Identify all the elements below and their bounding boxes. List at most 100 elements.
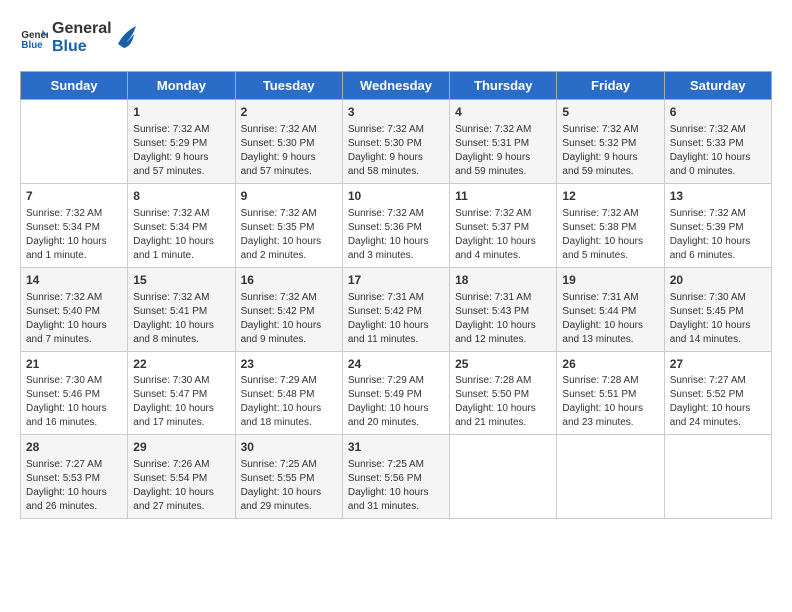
calendar-cell: 2 Sunrise: 7:32 AMSunset: 5:30 PMDaylight… xyxy=(235,100,342,184)
calendar-cell: 30 Sunrise: 7:25 AMSunset: 5:55 PMDayligh… xyxy=(235,435,342,519)
day-number: 6 xyxy=(670,104,766,121)
day-info: Sunrise: 7:32 AMSunset: 5:30 PMDaylight:… xyxy=(348,123,444,179)
logo-general: General xyxy=(52,20,112,38)
calendar-cell: 1 Sunrise: 7:32 AMSunset: 5:29 PMDaylight… xyxy=(128,100,235,184)
day-info: Sunrise: 7:30 AMSunset: 5:47 PMDaylight:… xyxy=(133,374,229,430)
day-number: 7 xyxy=(26,188,122,205)
day-number: 30 xyxy=(241,439,337,456)
day-number: 23 xyxy=(241,356,337,373)
calendar-week-row: 7 Sunrise: 7:32 AMSunset: 5:34 PMDaylight… xyxy=(21,183,772,267)
calendar-cell: 4 Sunrise: 7:32 AMSunset: 5:31 PMDaylight… xyxy=(450,100,557,184)
day-number: 20 xyxy=(670,272,766,289)
logo-icon: General Blue xyxy=(20,24,48,52)
calendar-cell: 21Sunrise: 7:30 AMSunset: 5:46 PMDayligh… xyxy=(21,351,128,435)
day-number: 11 xyxy=(455,188,551,205)
day-number: 17 xyxy=(348,272,444,289)
day-info: Sunrise: 7:31 AMSunset: 5:43 PMDaylight:… xyxy=(455,291,551,347)
day-info: Sunrise: 7:31 AMSunset: 5:42 PMDaylight:… xyxy=(348,291,444,347)
day-number: 13 xyxy=(670,188,766,205)
logo: General Blue General Blue xyxy=(20,20,138,55)
day-info: Sunrise: 7:26 AMSunset: 5:54 PMDaylight:… xyxy=(133,458,229,514)
day-info: Sunrise: 7:32 AMSunset: 5:34 PMDaylight:… xyxy=(26,207,122,263)
day-number: 4 xyxy=(455,104,551,121)
calendar-cell: 12 Sunrise: 7:32 AMSunset: 5:38 PMDayligh… xyxy=(557,183,664,267)
calendar-cell: 15 Sunrise: 7:32 AMSunset: 5:41 PMDayligh… xyxy=(128,267,235,351)
day-number: 27 xyxy=(670,356,766,373)
day-info: Sunrise: 7:30 AMSunset: 5:45 PMDaylight:… xyxy=(670,291,766,347)
day-info: Sunrise: 7:27 AMSunset: 5:53 PMDaylight:… xyxy=(26,458,122,514)
calendar-cell: 3 Sunrise: 7:32 AMSunset: 5:30 PMDaylight… xyxy=(342,100,449,184)
calendar-cell xyxy=(557,435,664,519)
day-info: Sunrise: 7:31 AMSunset: 5:44 PMDaylight:… xyxy=(562,291,658,347)
svg-text:Blue: Blue xyxy=(21,39,43,50)
calendar-table: SundayMondayTuesdayWednesdayThursdayFrid… xyxy=(20,71,772,519)
day-number: 1 xyxy=(133,104,229,121)
day-number: 31 xyxy=(348,439,444,456)
calendar-cell: 31 Sunrise: 7:25 AMSunset: 5:56 PMDayligh… xyxy=(342,435,449,519)
calendar-cell xyxy=(664,435,771,519)
day-number: 15 xyxy=(133,272,229,289)
day-number: 22 xyxy=(133,356,229,373)
day-of-week-header: Wednesday xyxy=(342,72,449,100)
calendar-cell: 6 Sunrise: 7:32 AMSunset: 5:33 PMDaylight… xyxy=(664,100,771,184)
day-of-week-header: Friday xyxy=(557,72,664,100)
day-of-week-header: Sunday xyxy=(21,72,128,100)
calendar-cell: 5Sunrise: 7:32 AMSunset: 5:32 PMDaylight… xyxy=(557,100,664,184)
day-number: 12 xyxy=(562,188,658,205)
day-info: Sunrise: 7:32 AMSunset: 5:36 PMDaylight:… xyxy=(348,207,444,263)
day-info: Sunrise: 7:32 AMSunset: 5:30 PMDaylight:… xyxy=(241,123,337,179)
calendar-week-row: 14Sunrise: 7:32 AMSunset: 5:40 PMDayligh… xyxy=(21,267,772,351)
calendar-week-row: 21Sunrise: 7:30 AMSunset: 5:46 PMDayligh… xyxy=(21,351,772,435)
day-of-week-header: Saturday xyxy=(664,72,771,100)
calendar-cell: 28 Sunrise: 7:27 AMSunset: 5:53 PMDayligh… xyxy=(21,435,128,519)
calendar-cell: 29 Sunrise: 7:26 AMSunset: 5:54 PMDayligh… xyxy=(128,435,235,519)
day-info: Sunrise: 7:32 AMSunset: 5:40 PMDaylight:… xyxy=(26,291,122,347)
day-info: Sunrise: 7:32 AMSunset: 5:35 PMDaylight:… xyxy=(241,207,337,263)
calendar-cell: 11Sunrise: 7:32 AMSunset: 5:37 PMDayligh… xyxy=(450,183,557,267)
day-number: 2 xyxy=(241,104,337,121)
day-number: 28 xyxy=(26,439,122,456)
day-info: Sunrise: 7:28 AMSunset: 5:51 PMDaylight:… xyxy=(562,374,658,430)
day-number: 29 xyxy=(133,439,229,456)
calendar-week-row: 1 Sunrise: 7:32 AMSunset: 5:29 PMDaylight… xyxy=(21,100,772,184)
day-number: 16 xyxy=(241,272,337,289)
day-info: Sunrise: 7:25 AMSunset: 5:56 PMDaylight:… xyxy=(348,458,444,514)
page-header: General Blue General Blue xyxy=(20,20,772,55)
calendar-cell: 22Sunrise: 7:30 AMSunset: 5:47 PMDayligh… xyxy=(128,351,235,435)
day-info: Sunrise: 7:32 AMSunset: 5:38 PMDaylight:… xyxy=(562,207,658,263)
calendar-cell xyxy=(21,100,128,184)
day-number: 19 xyxy=(562,272,658,289)
calendar-cell: 18 Sunrise: 7:31 AMSunset: 5:43 PMDayligh… xyxy=(450,267,557,351)
calendar-cell: 10Sunrise: 7:32 AMSunset: 5:36 PMDayligh… xyxy=(342,183,449,267)
calendar-cell: 14Sunrise: 7:32 AMSunset: 5:40 PMDayligh… xyxy=(21,267,128,351)
day-of-week-header: Tuesday xyxy=(235,72,342,100)
day-of-week-header: Monday xyxy=(128,72,235,100)
day-info: Sunrise: 7:25 AMSunset: 5:55 PMDaylight:… xyxy=(241,458,337,514)
day-info: Sunrise: 7:32 AMSunset: 5:29 PMDaylight:… xyxy=(133,123,229,179)
day-number: 24 xyxy=(348,356,444,373)
day-number: 25 xyxy=(455,356,551,373)
day-info: Sunrise: 7:32 AMSunset: 5:39 PMDaylight:… xyxy=(670,207,766,263)
day-info: Sunrise: 7:27 AMSunset: 5:52 PMDaylight:… xyxy=(670,374,766,430)
day-info: Sunrise: 7:32 AMSunset: 5:33 PMDaylight:… xyxy=(670,123,766,179)
calendar-cell: 26Sunrise: 7:28 AMSunset: 5:51 PMDayligh… xyxy=(557,351,664,435)
day-info: Sunrise: 7:29 AMSunset: 5:49 PMDaylight:… xyxy=(348,374,444,430)
day-info: Sunrise: 7:32 AMSunset: 5:42 PMDaylight:… xyxy=(241,291,337,347)
calendar-cell: 27Sunrise: 7:27 AMSunset: 5:52 PMDayligh… xyxy=(664,351,771,435)
day-info: Sunrise: 7:32 AMSunset: 5:41 PMDaylight:… xyxy=(133,291,229,347)
day-info: Sunrise: 7:32 AMSunset: 5:34 PMDaylight:… xyxy=(133,207,229,263)
calendar-cell: 9Sunrise: 7:32 AMSunset: 5:35 PMDaylight… xyxy=(235,183,342,267)
calendar-cell: 16 Sunrise: 7:32 AMSunset: 5:42 PMDayligh… xyxy=(235,267,342,351)
day-number: 3 xyxy=(348,104,444,121)
day-info: Sunrise: 7:32 AMSunset: 5:31 PMDaylight:… xyxy=(455,123,551,179)
day-of-week-header: Thursday xyxy=(450,72,557,100)
day-info: Sunrise: 7:29 AMSunset: 5:48 PMDaylight:… xyxy=(241,374,337,430)
calendar-cell: 13 Sunrise: 7:32 AMSunset: 5:39 PMDayligh… xyxy=(664,183,771,267)
calendar-cell: 23Sunrise: 7:29 AMSunset: 5:48 PMDayligh… xyxy=(235,351,342,435)
day-number: 18 xyxy=(455,272,551,289)
calendar-cell: 19 Sunrise: 7:31 AMSunset: 5:44 PMDayligh… xyxy=(557,267,664,351)
calendar-cell xyxy=(450,435,557,519)
calendar-header-row: SundayMondayTuesdayWednesdayThursdayFrid… xyxy=(21,72,772,100)
logo-bird-icon xyxy=(116,24,138,52)
day-number: 26 xyxy=(562,356,658,373)
